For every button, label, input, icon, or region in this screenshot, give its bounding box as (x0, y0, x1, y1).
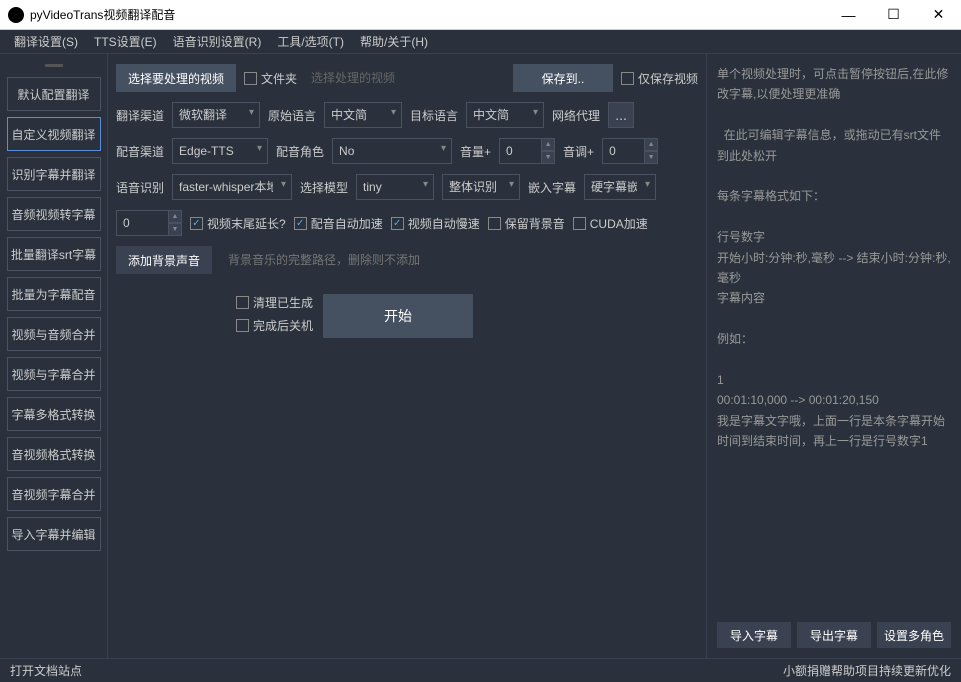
cuda-checkbox[interactable]: CUDA加速 (573, 215, 648, 232)
selected-video-input[interactable] (305, 65, 505, 91)
save-to-button[interactable]: 保存到.. (513, 64, 613, 92)
pitch-label: 音调+ (563, 143, 594, 160)
pitch-spinner[interactable]: ▲▼ (602, 138, 658, 164)
sidebar-item-sub-convert[interactable]: 字幕多格式转换 (7, 397, 101, 431)
spin-up-icon[interactable]: ▲ (541, 138, 555, 151)
tail-spinner[interactable]: ▲▼ (116, 210, 182, 236)
start-button[interactable]: 开始 (323, 294, 473, 338)
folder-label: 文件夹 (261, 70, 297, 87)
minimize-button[interactable]: — (826, 0, 871, 29)
spin-down-icon[interactable]: ▼ (168, 223, 182, 236)
sidebar-item-av-to-sub[interactable]: 音频视频转字幕 (7, 197, 101, 231)
dub-speedup-checkbox[interactable]: 配音自动加速 (294, 215, 383, 232)
source-lang-select[interactable]: 中文简 (324, 102, 402, 128)
sidebar-item-video-sub-merge[interactable]: 视频与字幕合并 (7, 357, 101, 391)
embed-sub-select[interactable]: 硬字幕嵌 (584, 174, 656, 200)
asr-label: 语音识别 (116, 179, 164, 196)
maximize-button[interactable]: ☐ (871, 0, 916, 29)
volume-input[interactable] (499, 138, 541, 164)
asr-mode-select[interactable]: 整体识别 (442, 174, 520, 200)
checkbox-icon (294, 217, 307, 230)
spin-down-icon[interactable]: ▼ (644, 151, 658, 164)
spin-up-icon[interactable]: ▲ (644, 138, 658, 151)
shutdown-after-checkbox[interactable]: 完成后关机 (236, 317, 313, 334)
sidebar-item-custom-translate[interactable]: 自定义视频翻译 (7, 117, 101, 151)
export-subtitle-button[interactable]: 导出字幕 (797, 622, 871, 648)
bgm-path-input[interactable] (220, 246, 698, 274)
checkbox-icon (244, 72, 257, 85)
menu-asr-settings[interactable]: 语音识别设置(R) (167, 31, 268, 52)
sidebar-item-video-audio-merge[interactable]: 视频与音频合并 (7, 317, 101, 351)
keep-bgm-checkbox[interactable]: 保留背景音 (488, 215, 565, 232)
checkbox-icon (621, 72, 634, 85)
embed-sub-label: 嵌入字幕 (528, 179, 576, 196)
pitch-input[interactable] (602, 138, 644, 164)
dub-role-label: 配音角色 (276, 143, 324, 160)
sidebar-item-av-convert[interactable]: 音视频格式转换 (7, 437, 101, 471)
sidebar: 默认配置翻译 自定义视频翻译 识别字幕并翻译 音频视频转字幕 批量翻译srt字幕… (0, 54, 108, 658)
volume-label: 音量+ (460, 143, 491, 160)
tail-extend-checkbox[interactable]: 视频末尾延长? (190, 215, 286, 232)
menu-tools-options[interactable]: 工具/选项(T) (271, 31, 350, 52)
proxy-label: 网络代理 (552, 107, 600, 124)
dub-channel-label: 配音渠道 (116, 143, 164, 160)
main-panel: 选择要处理的视频 文件夹 保存到.. 仅保存视频 翻译渠道 微软翻译 原始语言 … (108, 54, 706, 658)
set-roles-button[interactable]: 设置多角色 (877, 622, 951, 648)
translate-channel-label: 翻译渠道 (116, 107, 164, 124)
checkbox-icon (573, 217, 586, 230)
target-lang-select[interactable]: 中文简 (466, 102, 544, 128)
checkbox-icon (190, 217, 203, 230)
folder-checkbox[interactable]: 文件夹 (244, 70, 297, 87)
menu-translate-settings[interactable]: 翻译设置(S) (8, 31, 84, 52)
video-slow-checkbox[interactable]: 视频自动慢速 (391, 215, 480, 232)
model-select-label: 选择模型 (300, 179, 348, 196)
source-lang-label: 原始语言 (268, 107, 316, 124)
menubar: 翻译设置(S) TTS设置(E) 语音识别设置(R) 工具/选项(T) 帮助/关… (0, 30, 961, 54)
translate-channel-select[interactable]: 微软翻译 (172, 102, 260, 128)
checkbox-icon (236, 319, 249, 332)
only-save-video-checkbox[interactable]: 仅保存视频 (621, 70, 698, 87)
checkbox-icon (488, 217, 501, 230)
statusbar-left-link[interactable]: 打开文档站点 (10, 662, 82, 679)
titlebar: pyVideoTrans视频翻译配音 — ☐ ✕ (0, 0, 961, 30)
volume-spinner[interactable]: ▲▼ (499, 138, 555, 164)
window-title: pyVideoTrans视频翻译配音 (30, 6, 826, 23)
import-subtitle-button[interactable]: 导入字幕 (717, 622, 791, 648)
proxy-button[interactable]: ... (608, 102, 634, 128)
subtitle-panel: 单个视频处理时，可点击暂停按钮后,在此修改字幕,以便处理更准确 在此可编辑字幕信… (706, 54, 961, 658)
spin-down-icon[interactable]: ▼ (541, 151, 555, 164)
dub-channel-select[interactable]: Edge-TTS (172, 138, 268, 164)
statusbar: 打开文档站点 小额捐赠帮助项目持续更新优化 (0, 658, 961, 682)
menu-tts-settings[interactable]: TTS设置(E) (88, 31, 163, 52)
sidebar-item-recognize-translate[interactable]: 识别字幕并翻译 (7, 157, 101, 191)
clean-generated-checkbox[interactable]: 清理已生成 (236, 294, 313, 311)
asr-engine-select[interactable]: faster-whisper本地 (172, 174, 292, 200)
sidebar-grip-icon[interactable] (45, 64, 63, 67)
subtitle-help-text[interactable]: 单个视频处理时，可点击暂停按钮后,在此修改字幕,以便处理更准确 在此可编辑字幕信… (717, 64, 951, 614)
sidebar-item-batch-translate-srt[interactable]: 批量翻译srt字幕 (7, 237, 101, 271)
spin-up-icon[interactable]: ▲ (168, 210, 182, 223)
only-save-video-label: 仅保存视频 (638, 70, 698, 87)
sidebar-item-import-edit-sub[interactable]: 导入字幕并编辑 (7, 517, 101, 551)
sidebar-item-av-sub-merge[interactable]: 音视频字幕合并 (7, 477, 101, 511)
add-bgm-button[interactable]: 添加背景声音 (116, 246, 212, 274)
tail-input[interactable] (116, 210, 168, 236)
app-icon (8, 7, 24, 23)
target-lang-label: 目标语言 (410, 107, 458, 124)
dub-role-select[interactable]: No (332, 138, 452, 164)
close-button[interactable]: ✕ (916, 0, 961, 29)
sidebar-item-default-config[interactable]: 默认配置翻译 (7, 77, 101, 111)
sidebar-item-batch-dub[interactable]: 批量为字幕配音 (7, 277, 101, 311)
checkbox-icon (391, 217, 404, 230)
menu-help-about[interactable]: 帮助/关于(H) (354, 31, 434, 52)
model-select[interactable]: tiny (356, 174, 434, 200)
checkbox-icon (236, 296, 249, 309)
select-video-button[interactable]: 选择要处理的视频 (116, 64, 236, 92)
statusbar-right-link[interactable]: 小额捐赠帮助项目持续更新优化 (783, 662, 951, 679)
